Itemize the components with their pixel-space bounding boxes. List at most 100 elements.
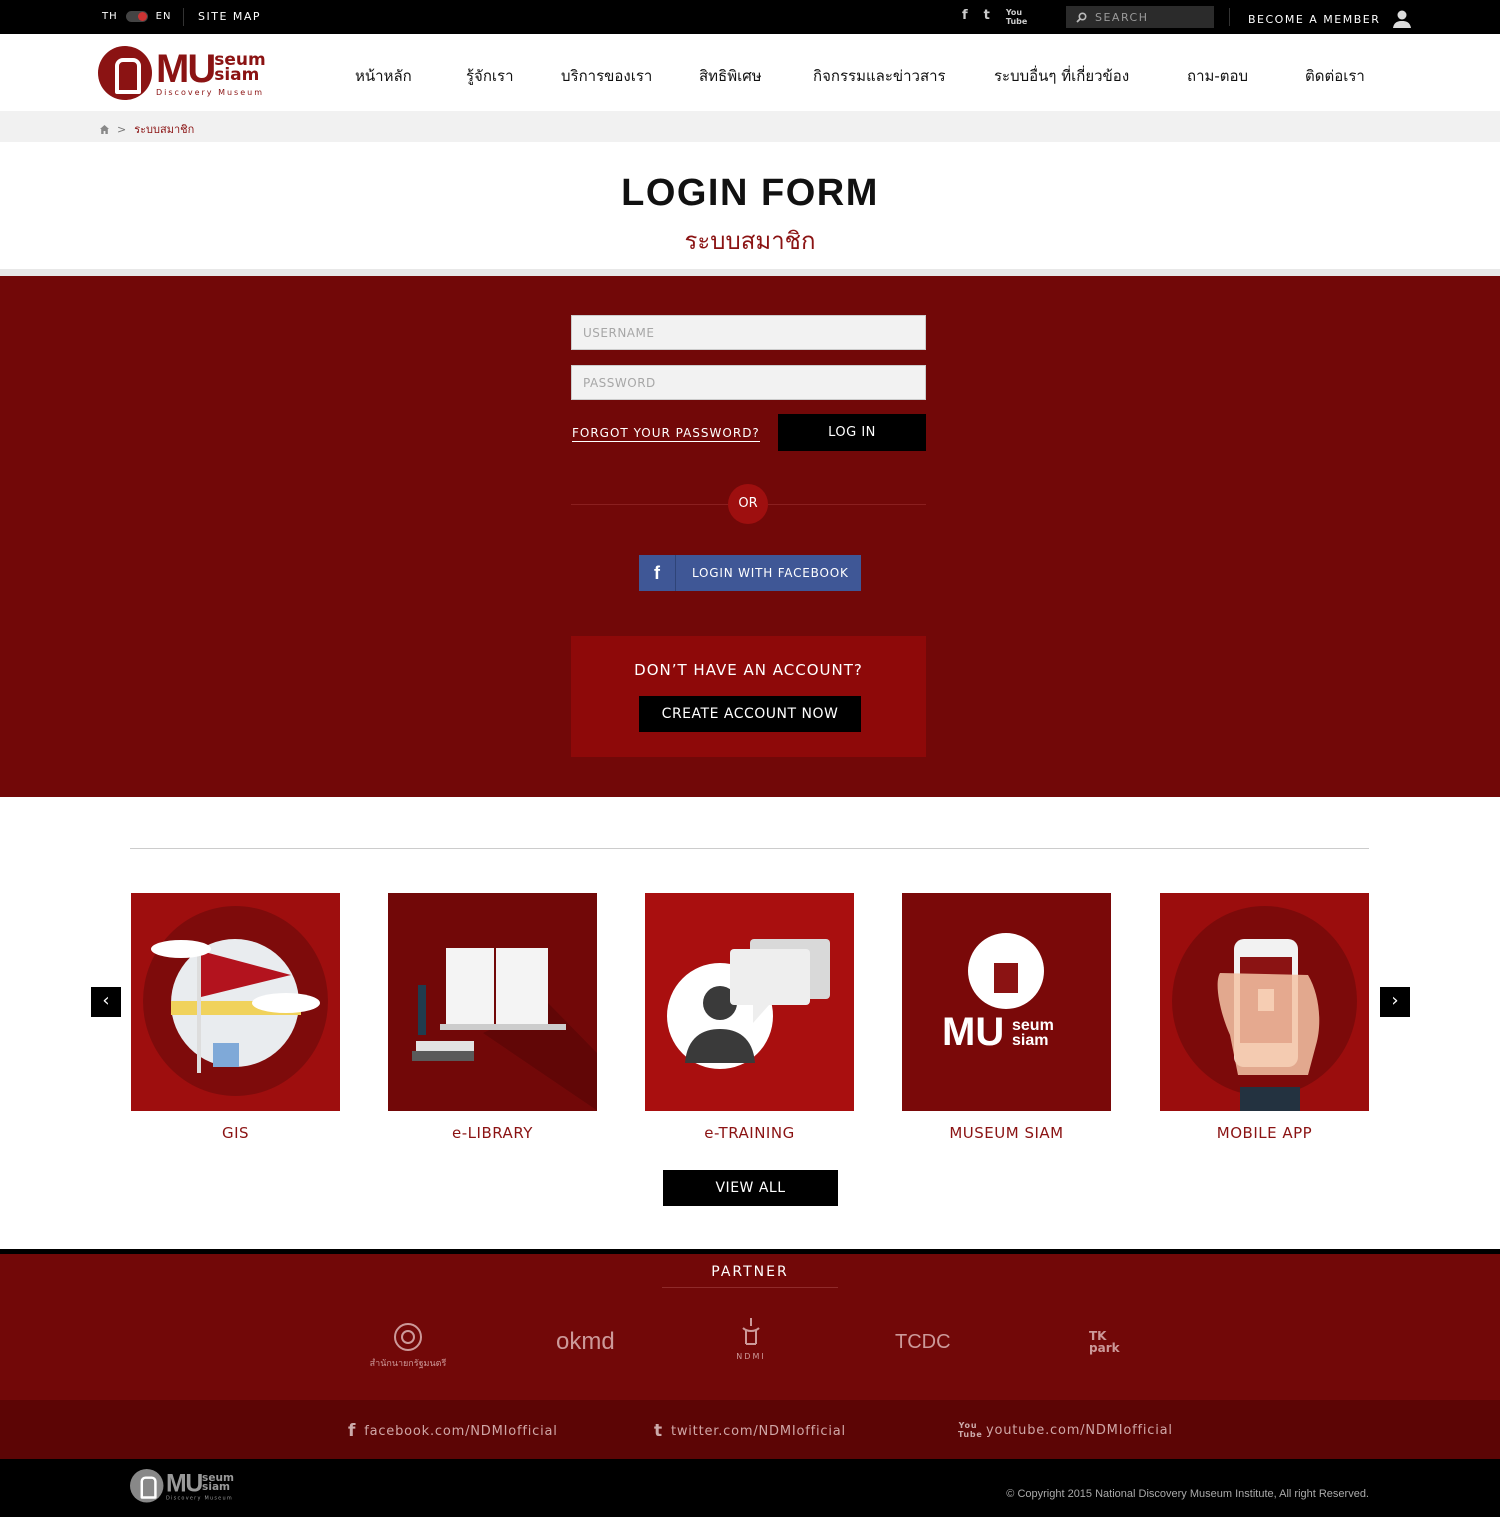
page-title-en: LOGIN FORM [621,172,879,214]
facebook-link-text[interactable]: facebook.com/NDMIofficial [364,1424,558,1439]
book-icon [412,948,597,1111]
nav-item-contact[interactable]: ติดต่อเรา [1305,64,1365,88]
twitter-icon: t [654,1421,663,1441]
login-button[interactable]: LOG IN [778,414,926,451]
chevron-right-icon[interactable]: › [1380,987,1410,1017]
divider [183,8,184,26]
password-input[interactable] [571,365,926,400]
logo-tagline: Discovery Museum [156,88,264,97]
header: MUseum siam Discovery Museum หน้าหลัก รู้… [0,34,1500,111]
partner-name: TCDC [895,1331,951,1353]
site-map-link[interactable]: SITE MAP [198,10,261,23]
footer-logo-tagline: Discovery Museum [165,1495,233,1501]
service-card-museum-siam[interactable]: MU seum siam [902,893,1111,1111]
search-box[interactable] [1066,6,1214,28]
facebook-login-label: LOGIN WITH FACEBOOK [692,566,849,580]
youtube-link[interactable]: You Tube youtube.com/NDMIofficial [958,1421,1173,1439]
page-title: LOGIN FORM ระบบสมาชิก [0,172,1500,260]
copyright-text: © Copyright 2015 National Discovery Muse… [1006,1488,1369,1500]
lang-th-label[interactable]: TH [102,11,118,22]
no-account-text: DON’T HAVE AN ACCOUNT? [634,661,863,679]
social-links-bar: f facebook.com/NDMIofficial t twitter.co… [0,1400,1500,1459]
museum-logo-icon: MU seum siam [942,933,1054,1054]
language-switch[interactable]: TH EN [102,11,171,22]
social-icons-top: f t You Tube [962,8,1027,26]
nav-item-privileges[interactable]: สิทธิพิเศษ [699,64,762,88]
facebook-icon: f [348,1421,357,1441]
phone-icon [1217,939,1320,1111]
view-all-button[interactable]: VIEW ALL [663,1170,838,1206]
breadcrumb: > ระบบสมาชิก [0,111,1500,142]
partner-name: NDMI [736,1352,766,1361]
service-card-etraining[interactable] [645,893,854,1111]
search-input[interactable] [1095,10,1205,24]
youtube-link-text[interactable]: youtube.com/NDMIofficial [986,1423,1173,1438]
service-label-mobile-app[interactable]: MOBILE APP [1160,1124,1369,1142]
home-icon[interactable] [100,124,109,134]
service-card-elibrary[interactable] [388,893,597,1111]
map-flag-icon [151,939,320,1073]
become-member-link[interactable]: BECOME A MEMBER [1248,10,1412,28]
partner-title: PARTNER [662,1264,838,1288]
partner-section: PARTNER สำนักนายกรัฐมนตรี okmd NDMI TCDC… [0,1249,1500,1400]
nav-item-faq[interactable]: ถาม-ตอบ [1187,64,1248,88]
user-icon[interactable] [1392,10,1412,28]
search-icon [1076,11,1087,23]
chevron-left-icon[interactable]: ‹ [91,987,121,1017]
or-badge: OR [728,484,768,524]
chat-person-icon [667,939,830,1069]
username-input[interactable] [571,315,926,350]
twitter-link-text[interactable]: twitter.com/NDMIofficial [671,1424,846,1439]
logo-mu: MU [156,47,216,91]
top-bar: TH EN SITE MAP f t You Tube BECOME A MEM… [0,0,1500,34]
youtube-icon: You Tube [958,1421,983,1439]
facebook-login-button[interactable]: f LOGIN WITH FACEBOOK [639,555,861,591]
service-label-elibrary[interactable]: e-LIBRARY [388,1124,597,1142]
partner-logo-tcdc[interactable]: TCDC [895,1331,951,1354]
service-label-gis[interactable]: GIS [131,1124,340,1142]
partner-logo-tkpark[interactable]: TK park [1089,1330,1129,1354]
nav-item-about[interactable]: รู้จักเรา [466,64,514,88]
footer-logo-line2: siam [202,1480,231,1494]
lang-en-label[interactable]: EN [156,11,172,22]
facebook-link[interactable]: f facebook.com/NDMIofficial [348,1421,558,1441]
logo-line2: siam [214,65,260,85]
nav-item-activities[interactable]: กิจกรรมและข่าวสาร [813,64,946,88]
footer-logo[interactable]: MUseum siam Discovery Museum [130,1469,234,1503]
svg-text:siam: siam [1012,1032,1048,1049]
become-member-label[interactable]: BECOME A MEMBER [1248,13,1380,26]
divider [130,848,1369,849]
service-label-etraining[interactable]: e-TRAINING [645,1124,854,1142]
partner-logo-ndmi[interactable]: NDMI [734,1316,768,1361]
forgot-password-link[interactable]: FORGOT YOUR PASSWORD? [572,426,760,442]
footer: MUseum siam Discovery Museum © Copyright … [0,1459,1500,1517]
breadcrumb-separator: > [117,122,127,136]
nav-item-home[interactable]: หน้าหลัก [355,64,412,88]
logo-mark-icon [98,46,152,100]
partner-logo-prime-minister[interactable]: สำนักนายกรัฐมนตรี [368,1322,448,1370]
create-account-panel: DON’T HAVE AN ACCOUNT? CREATE ACCOUNT NO… [571,636,926,757]
youtube-icon[interactable]: You Tube [1006,8,1027,26]
svg-text:MU: MU [942,1010,1004,1054]
partner-name: สำนักนายกรัฐมนตรี [369,1359,447,1369]
breadcrumb-current: ระบบสมาชิก [134,123,195,136]
service-card-gis[interactable] [131,893,340,1111]
nav-item-other-systems[interactable]: ระบบอื่นๆ ที่เกี่ยวข้อง [994,64,1129,88]
create-account-button[interactable]: CREATE ACCOUNT NOW [639,696,861,732]
nav-item-services[interactable]: บริการของเรา [561,64,652,88]
service-label-museum-siam[interactable]: MUSEUM SIAM [902,1124,1111,1142]
museum-siam-logo[interactable]: MUseum siam Discovery Museum [98,46,266,100]
divider [1229,8,1230,26]
facebook-icon: f [639,555,676,591]
twitter-link[interactable]: t twitter.com/NDMIofficial [654,1421,846,1441]
footer-logo-mu: MU [165,1469,203,1497]
service-card-mobile-app[interactable] [1160,893,1369,1111]
divider [0,269,1500,276]
twitter-icon[interactable]: t [984,8,990,26]
login-section: FORGOT YOUR PASSWORD? LOG IN OR f LOGIN … [0,276,1500,797]
language-toggle[interactable] [125,11,148,22]
facebook-icon[interactable]: f [962,8,968,26]
partner-logo-okmd[interactable]: okmd [556,1328,615,1356]
partner-name: TK park [1089,1329,1120,1355]
page-title-th: ระบบสมาชิก [684,227,816,255]
